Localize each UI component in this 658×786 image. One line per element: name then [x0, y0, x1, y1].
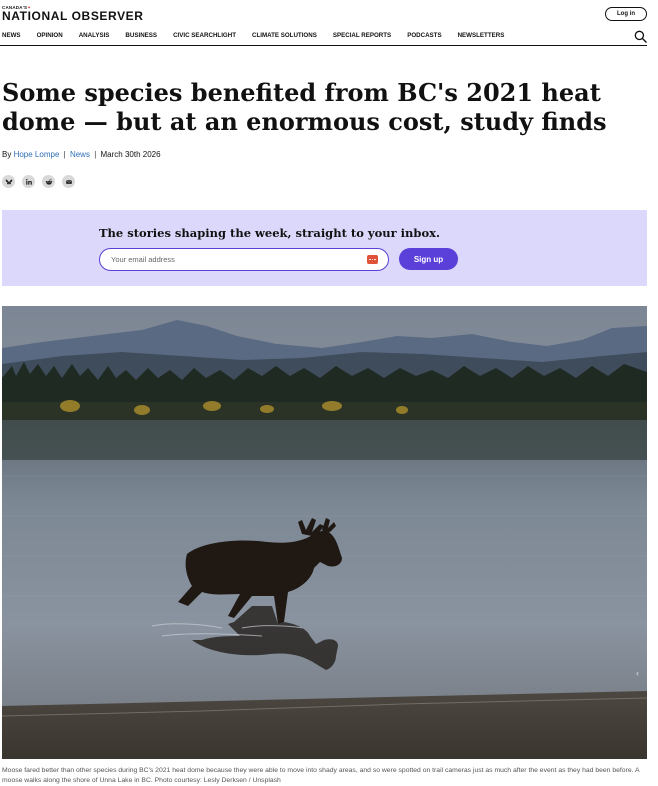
reddit-icon[interactable] [42, 175, 55, 188]
newsletter-signup: The stories shaping the week, straight t… [2, 210, 647, 286]
photo-caption: Moose fared better than other species du… [2, 767, 640, 784]
bluesky-icon[interactable] [2, 175, 15, 188]
section-link[interactable]: News [70, 150, 90, 159]
byline: By Hope Lompe | News | March 30th 2026 [2, 150, 161, 159]
password-manager-icon[interactable] [367, 255, 378, 264]
nav-item-civic-searchlight[interactable]: CIVIC SEARCHLIGHT [173, 32, 236, 39]
newsletter-title: The stories shaping the week, straight t… [99, 226, 440, 240]
signup-button[interactable]: Sign up [399, 248, 458, 270]
share-buttons [2, 175, 75, 188]
byline-prefix: By [2, 150, 12, 159]
nav-item-news[interactable]: NEWS [2, 32, 21, 39]
byline-separator: | [94, 150, 97, 159]
nav-item-special-reports[interactable]: SPECIAL REPORTS [333, 32, 391, 39]
site-logo[interactable]: NATIONAL OBSERVER [2, 9, 144, 23]
email-field-wrapper [99, 248, 389, 271]
nav-item-climate-solutions[interactable]: CLIMATE SOLUTIONS [252, 32, 317, 39]
header-divider [0, 45, 647, 46]
nav-item-opinion[interactable]: OPINION [37, 32, 63, 39]
nav-item-podcasts[interactable]: PODCASTS [407, 32, 441, 39]
email-icon[interactable] [62, 175, 75, 188]
moose-lake-photo [2, 306, 647, 759]
nav-item-newsletters[interactable]: NEWSLETTERS [458, 32, 505, 39]
byline-separator: | [63, 150, 66, 159]
chevron-right-icon[interactable]: ‹ [636, 668, 639, 678]
article-headline: Some species benefited from BC's 2021 he… [2, 78, 607, 136]
nav-item-analysis[interactable]: ANALYSIS [79, 32, 110, 39]
site-header: CANADA'S✦ NATIONAL OBSERVER Log in NEWS … [0, 0, 658, 46]
publish-date: March 30th 2026 [100, 150, 161, 159]
email-field[interactable] [111, 255, 351, 264]
author-link[interactable]: Hope Lompe [14, 150, 60, 159]
article-photo [2, 306, 647, 759]
main-nav: NEWS OPINION ANALYSIS BUSINESS CIVIC SEA… [2, 32, 520, 39]
linkedin-icon[interactable] [22, 175, 35, 188]
search-icon[interactable] [634, 30, 647, 43]
login-button[interactable]: Log in [605, 7, 647, 21]
nav-item-business[interactable]: BUSINESS [125, 32, 157, 39]
